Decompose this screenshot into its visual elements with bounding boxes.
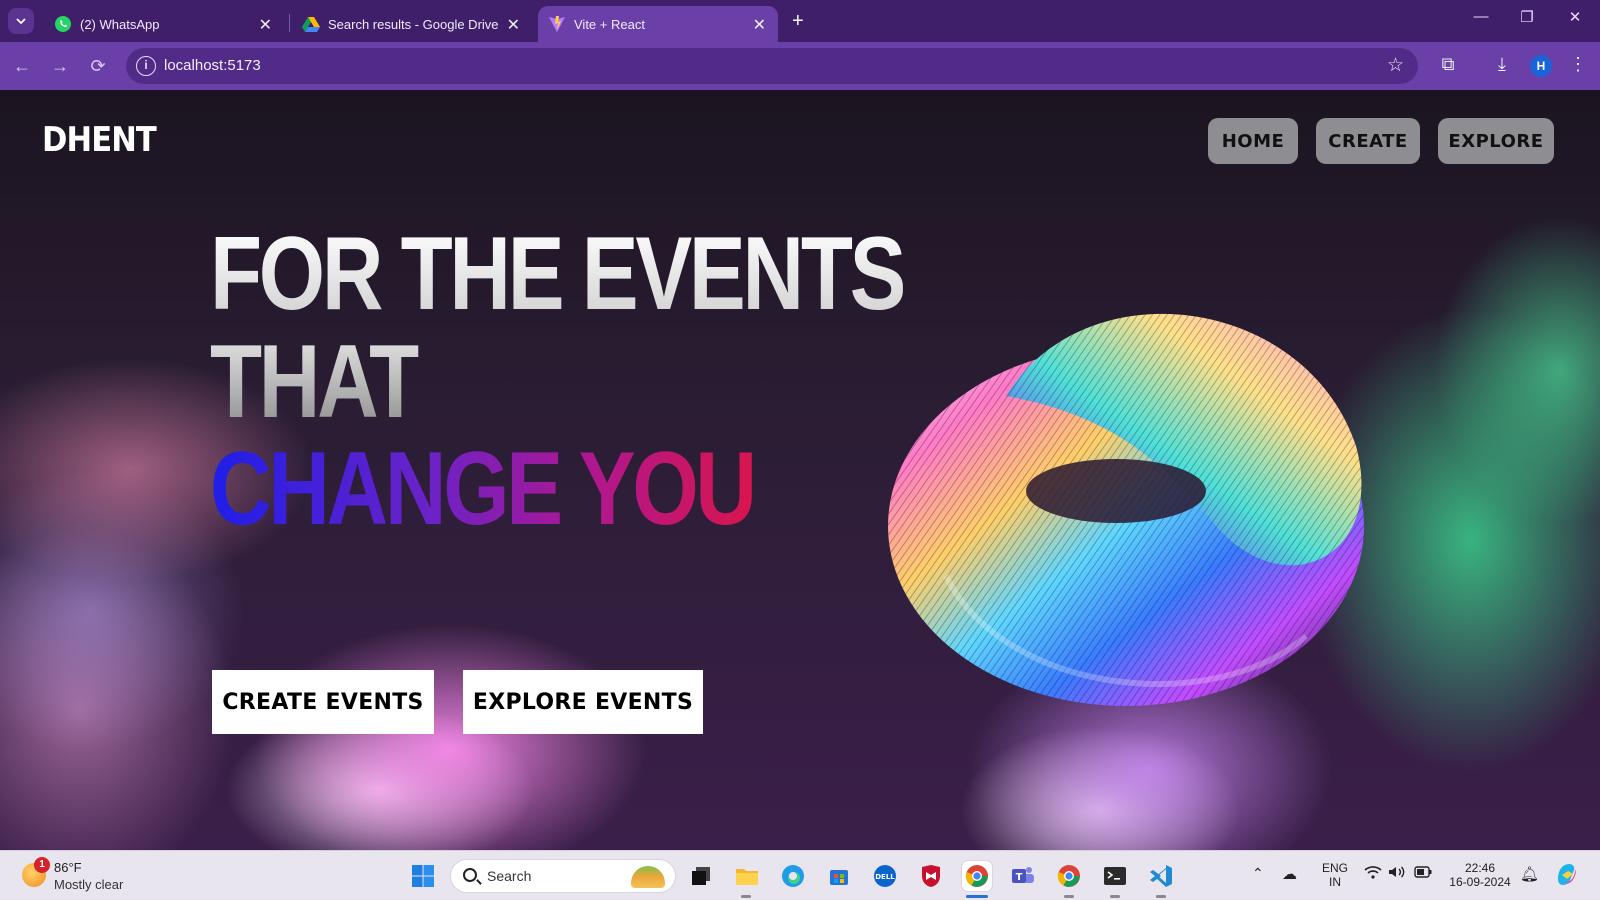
tab-title: Search results - Google Drive [328, 16, 499, 32]
windows-logo-icon [412, 865, 434, 887]
notification-badge: 1 [34, 857, 50, 873]
address-bar[interactable]: i localhost:5173 ☆ [126, 48, 1418, 84]
svg-text:T: T [1016, 872, 1023, 883]
taskbar-search[interactable]: Search [450, 859, 676, 893]
language-indicator[interactable]: ENG IN [1318, 861, 1352, 889]
close-tab-icon[interactable]: ✕ [259, 15, 272, 35]
reload-icon[interactable]: ⟳ [86, 54, 110, 78]
chevron-down-icon [16, 18, 26, 25]
more-menu-icon[interactable]: ⋮ [1566, 54, 1590, 75]
onedrive-cloud-icon[interactable]: ☁ [1282, 865, 1297, 883]
tab-strip: (2) WhatsApp ✕ Search results - Google D… [0, 0, 1600, 42]
clock-time: 22:46 [1464, 861, 1496, 875]
search-highlight-icon [631, 866, 665, 888]
url-text[interactable]: localhost:5173 [164, 57, 261, 74]
tab-google-drive[interactable]: Search results - Google Drive ✕ [292, 6, 532, 42]
hero-heading-line-3: CHANGE YOU [210, 431, 757, 547]
close-tab-icon[interactable]: ✕ [507, 15, 520, 35]
restore-icon[interactable]: ❐ [1512, 8, 1542, 26]
tab-title: Vite + React [574, 16, 645, 32]
weather-widget[interactable]: 1 86°F Mostly clear [18, 857, 158, 895]
weather-condition: Mostly clear [54, 877, 124, 892]
task-view-icon[interactable] [686, 861, 716, 891]
weather-temperature: 86°F [54, 860, 82, 875]
clock-date: 16-09-2024 [1449, 875, 1511, 889]
minimize-icon[interactable]: — [1466, 8, 1496, 25]
explore-events-button[interactable]: EXPLORE EVENTS [463, 670, 703, 734]
google-drive-icon [302, 15, 320, 33]
tab-vite-react[interactable]: Vite + React ✕ [538, 6, 778, 42]
hero-heading-line-2: THAT [210, 324, 421, 440]
wifi-icon[interactable] [1364, 865, 1382, 883]
language-region: IN [1329, 875, 1341, 889]
vscode-icon[interactable] [1146, 861, 1176, 891]
site-info-icon[interactable]: i [136, 56, 156, 76]
battery-icon[interactable] [1414, 866, 1432, 881]
active-indicator [966, 895, 988, 898]
create-events-button[interactable]: CREATE EVENTS [212, 670, 434, 734]
microsoft-store-icon[interactable] [824, 861, 854, 891]
file-explorer-icon[interactable] [732, 861, 762, 891]
running-indicator [741, 895, 751, 898]
running-indicator [1110, 895, 1120, 898]
start-button[interactable] [408, 861, 438, 891]
site-logo[interactable]: DHENT [42, 120, 157, 160]
whatsapp-icon [54, 15, 72, 33]
back-icon[interactable]: ← [10, 54, 34, 78]
bookmark-star-icon[interactable]: ☆ [1387, 54, 1404, 77]
chrome-icon[interactable] [962, 861, 992, 891]
dell-icon[interactable]: DELL [870, 861, 900, 891]
iridescent-torus-illustration [888, 313, 1364, 706]
page-viewport: DHENT HOME CREATE EXPLORE FOR THE EVENTS… [0, 90, 1600, 850]
new-tab-button[interactable]: + [792, 10, 804, 33]
mcafee-icon[interactable] [916, 861, 946, 891]
svg-text:DELL: DELL [875, 873, 895, 881]
download-icon[interactable]: ⤓ [1490, 54, 1514, 75]
language-code: ENG [1321, 861, 1348, 875]
extensions-icon[interactable]: ⧉ [1436, 54, 1460, 75]
nav-home-button[interactable]: HOME [1208, 118, 1298, 164]
copilot-icon[interactable] [1554, 861, 1580, 890]
vite-icon [548, 15, 566, 33]
profile-avatar[interactable]: H [1530, 55, 1552, 77]
tab-separator [289, 14, 290, 32]
running-indicator [1156, 895, 1166, 898]
running-indicator [1064, 895, 1074, 898]
chrome-profile-icon[interactable] [1054, 861, 1084, 891]
tab-search-button[interactable] [8, 8, 34, 34]
show-hidden-icons-chevron-icon[interactable]: ⌃ [1252, 865, 1264, 882]
teams-icon[interactable]: T [1008, 861, 1038, 891]
edge-browser-icon[interactable] [778, 861, 808, 891]
windows-taskbar: 1 86°F Mostly clear Search DELL T ⌃ ☁ EN… [0, 850, 1600, 900]
hero-heading-line-1: FOR THE EVENTS [210, 216, 907, 332]
tab-title: (2) WhatsApp [80, 16, 160, 32]
nav-explore-button[interactable]: EXPLORE [1438, 118, 1554, 164]
nav-create-button[interactable]: CREATE [1316, 118, 1420, 164]
tab-whatsapp[interactable]: (2) WhatsApp ✕ [44, 6, 284, 42]
system-clock[interactable]: 22:46 16-09-2024 [1444, 861, 1516, 889]
window-close-icon[interactable]: ✕ [1560, 8, 1590, 26]
taskbar-search-label: Search [487, 868, 532, 884]
notification-bell-icon[interactable]: 🔔︎ [1520, 865, 1539, 883]
search-icon [463, 868, 477, 882]
close-tab-icon[interactable]: ✕ [753, 15, 766, 35]
forward-icon[interactable]: → [48, 54, 72, 78]
volume-icon[interactable] [1388, 865, 1406, 882]
terminal-icon[interactable] [1100, 861, 1130, 891]
browser-toolbar: ← → ⟳ i localhost:5173 ☆ ⧉ ⤓ ⋮ [0, 42, 1600, 90]
